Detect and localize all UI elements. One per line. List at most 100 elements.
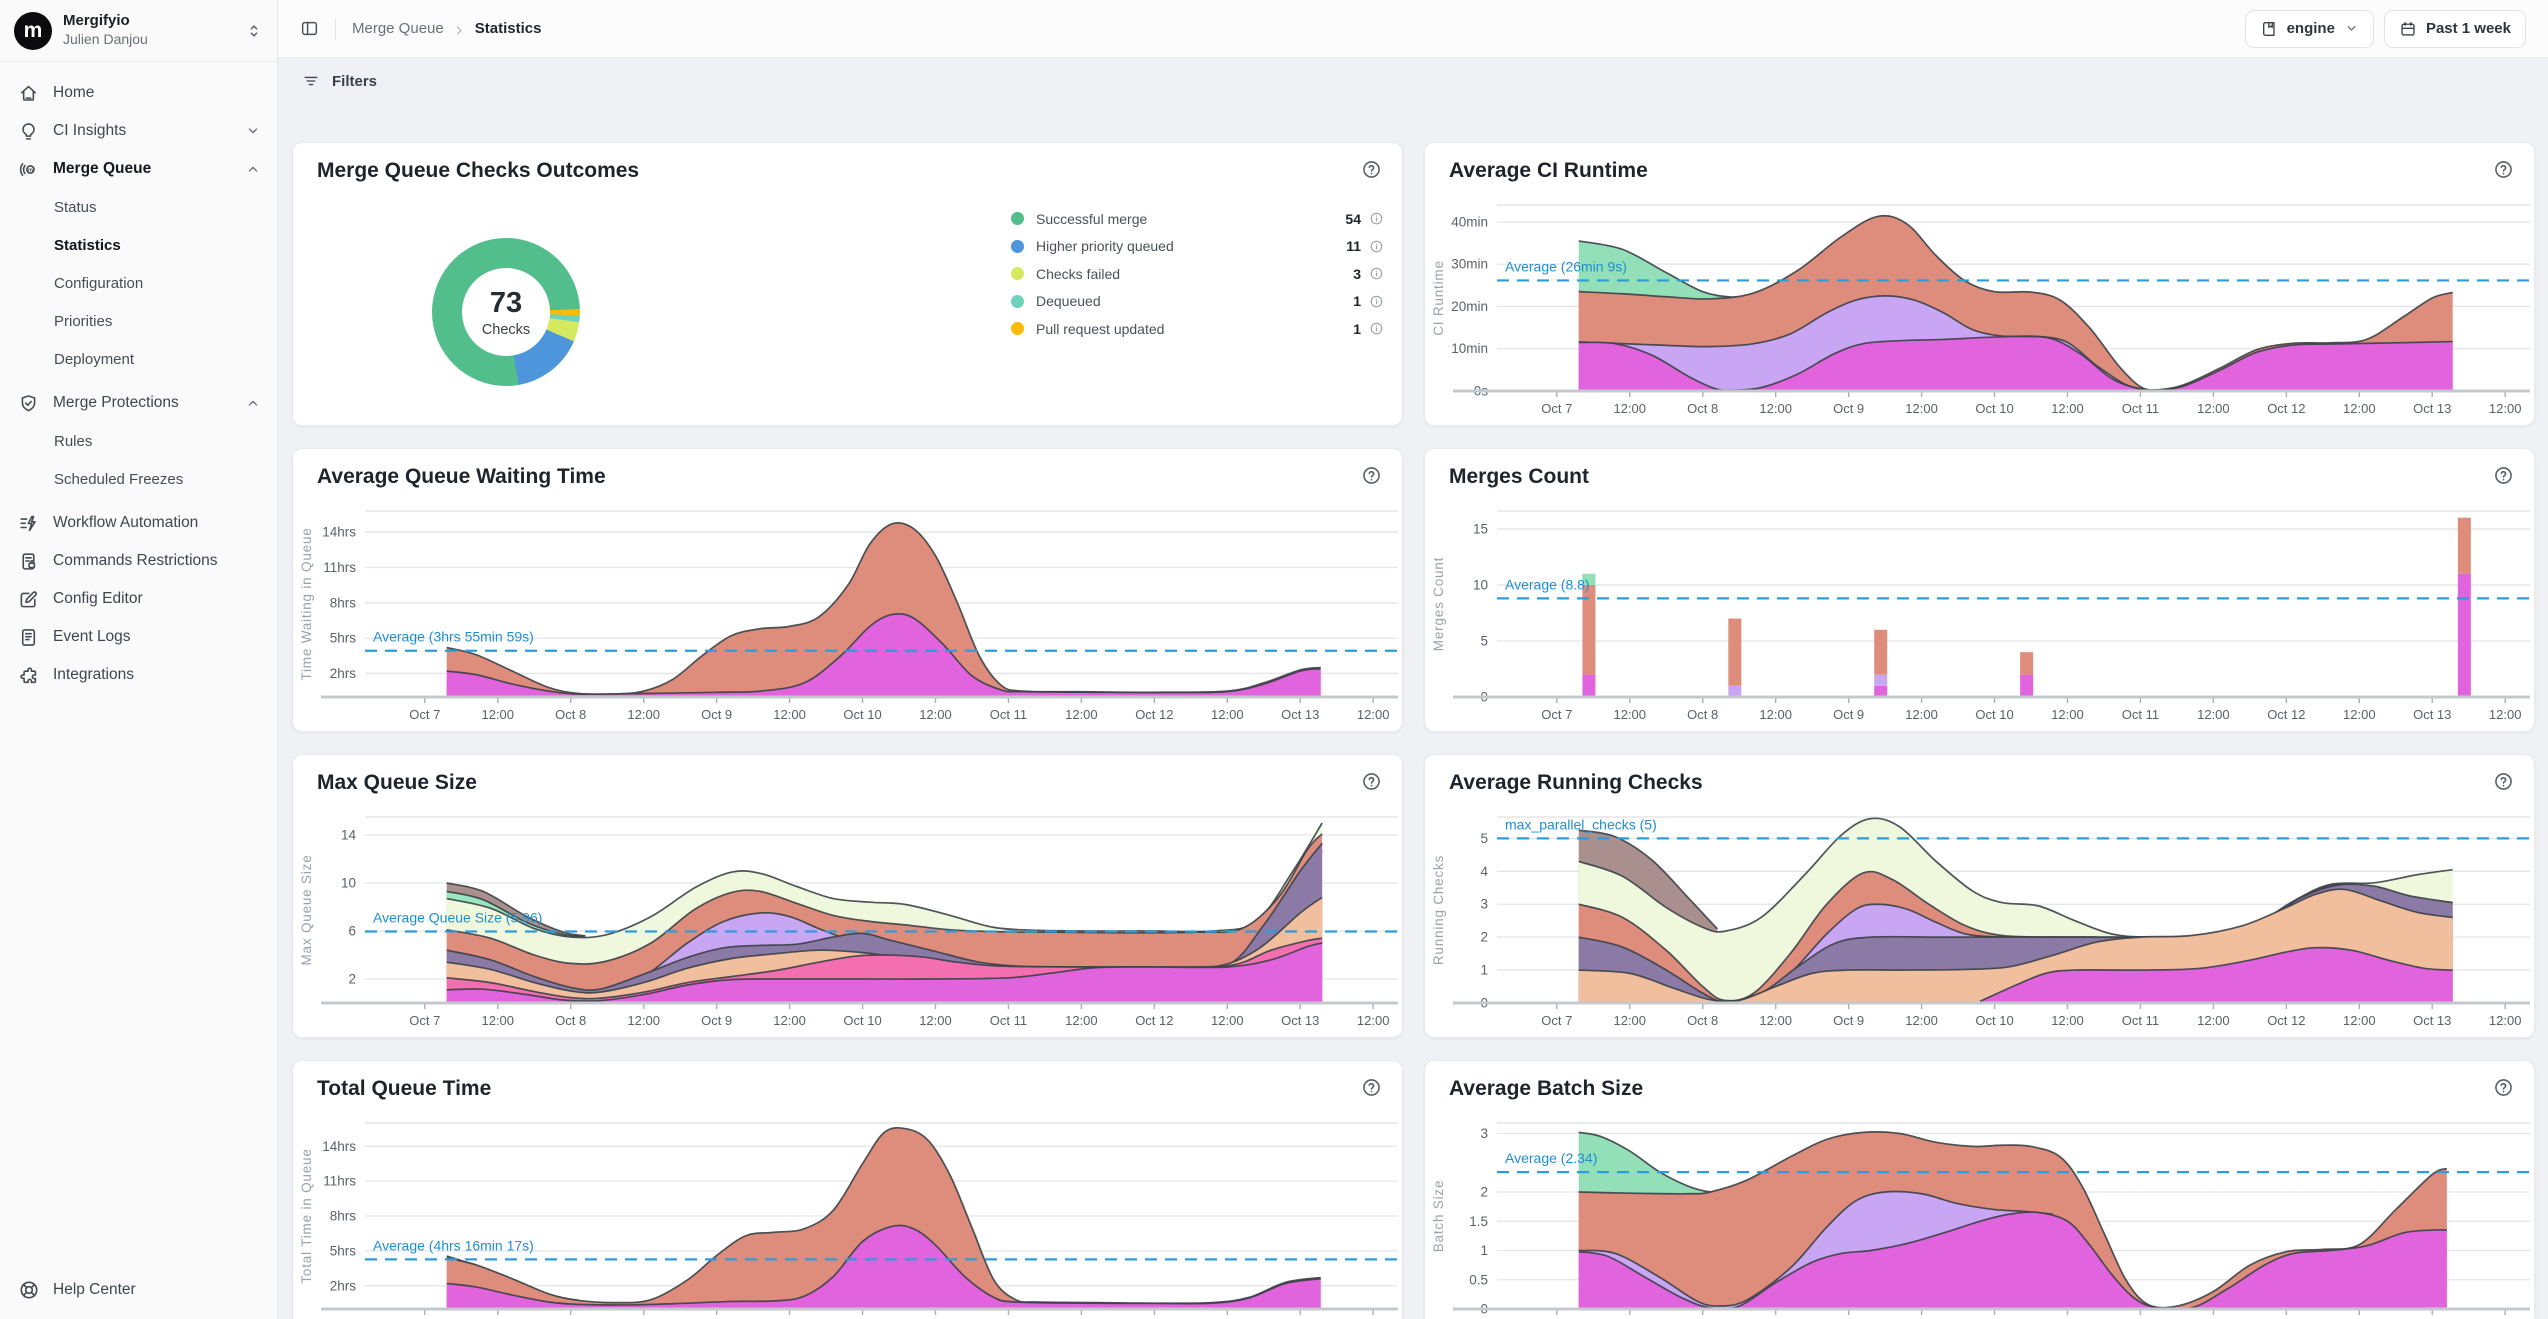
- lightbulb-icon: [18, 121, 39, 142]
- puzzle-icon: [18, 665, 39, 686]
- svg-text:Average (26min 9s): Average (26min 9s): [1505, 258, 1627, 274]
- sidebar-toggle-icon[interactable]: [300, 19, 319, 38]
- svg-text:12:00: 12:00: [2197, 1013, 2230, 1028]
- sidebar-item-config-editor[interactable]: Config Editor: [0, 580, 277, 618]
- svg-text:12:00: 12:00: [2343, 1013, 2376, 1028]
- card-total-queue-time: Total Queue Time 2hrs5hrs8hrs11hrs14hrsO…: [292, 1060, 1403, 1319]
- sidebar-item-configuration[interactable]: Configuration: [0, 264, 277, 302]
- bar-chart-merges-count[interactable]: 051015Oct 712:00Oct 812:00Oct 912:00Oct …: [1427, 495, 2532, 727]
- sidebar-item-merge-queue[interactable]: m Merge Queue: [0, 150, 277, 188]
- sidebar-item-rules[interactable]: Rules: [0, 422, 277, 460]
- main-content: Merge Queue Checks Outcomes 73 Checks Su…: [278, 104, 2548, 1319]
- sidebar-item-label: Scheduled Freezes: [54, 471, 183, 488]
- commands-icon: [18, 551, 39, 572]
- sidebar-item-label: Merge Queue: [53, 160, 151, 178]
- legend-label: Successful merge: [1036, 211, 1147, 227]
- area-chart-average-batch-size[interactable]: 00.511.523Oct 712:00Oct 812:00Oct 912:00…: [1427, 1107, 2532, 1319]
- legend-row-checks-failed[interactable]: Checks failed3: [1011, 260, 1384, 288]
- info-icon[interactable]: [1369, 211, 1384, 226]
- filters-button[interactable]: Filters: [332, 73, 377, 90]
- sidebar-item-event-logs[interactable]: Event Logs: [0, 618, 277, 656]
- legend-row-successful-merge[interactable]: Successful merge54: [1011, 205, 1384, 233]
- help-icon[interactable]: [1361, 159, 1382, 180]
- sidebar-item-scheduled-freezes[interactable]: Scheduled Freezes: [0, 460, 277, 498]
- shield-icon: [18, 393, 39, 414]
- donut-legend: Successful merge54Higher priority queued…: [1011, 205, 1384, 343]
- svg-text:12:00: 12:00: [2197, 401, 2230, 416]
- svg-text:5: 5: [1480, 633, 1488, 648]
- breadcrumb-statistics: Statistics: [475, 20, 542, 37]
- sidebar-item-merge-protections[interactable]: Merge Protections: [0, 384, 277, 422]
- repository-selector[interactable]: engine: [2245, 10, 2374, 48]
- svg-text:30min: 30min: [1451, 257, 1488, 272]
- area-chart-average-queue-waiting-time[interactable]: 2hrs5hrs8hrs11hrs14hrsOct 712:00Oct 812:…: [295, 495, 1400, 727]
- sidebar-item-status[interactable]: Status: [0, 188, 277, 226]
- svg-text:Batch Size: Batch Size: [1431, 1180, 1446, 1253]
- expand-collapse-icon[interactable]: [245, 22, 263, 40]
- legend-row-pull-request-updated[interactable]: Pull request updated1: [1011, 315, 1384, 343]
- sidebar-item-label: Deployment: [54, 351, 134, 368]
- sidebar-item-deployment[interactable]: Deployment: [0, 340, 277, 378]
- help-icon[interactable]: [2493, 771, 2514, 792]
- sidebar-item-commands-restrictions[interactable]: Commands Restrictions: [0, 542, 277, 580]
- sidebar-item-ci-insights[interactable]: CI Insights: [0, 112, 277, 150]
- svg-text:12:00: 12:00: [2051, 401, 2084, 416]
- help-icon[interactable]: [2493, 465, 2514, 486]
- org-switcher[interactable]: m Mergifyio Julien Danjou: [0, 0, 277, 62]
- svg-text:Average (2.34): Average (2.34): [1505, 1150, 1597, 1166]
- svg-text:12:00: 12:00: [1759, 1013, 1792, 1028]
- svg-text:Oct 12: Oct 12: [1135, 707, 1173, 722]
- svg-text:12:00: 12:00: [481, 1013, 514, 1028]
- svg-text:Max Queue Size: Max Queue Size: [299, 855, 314, 966]
- sidebar-item-priorities[interactable]: Priorities: [0, 302, 277, 340]
- help-icon[interactable]: [1361, 1077, 1382, 1098]
- help-icon[interactable]: [2493, 159, 2514, 180]
- sidebar-item-label: Statistics: [54, 237, 121, 254]
- area-chart-total-queue-time[interactable]: 2hrs5hrs8hrs11hrs14hrsOct 712:00Oct 812:…: [295, 1107, 1400, 1319]
- card-merge-queue-checks-outcomes: Merge Queue Checks Outcomes 73 Checks Su…: [292, 142, 1403, 426]
- svg-text:Oct 11: Oct 11: [990, 707, 1027, 722]
- svg-text:Oct 10: Oct 10: [1975, 1013, 2013, 1028]
- svg-text:3: 3: [1480, 897, 1488, 912]
- legend-row-higher-priority-queued[interactable]: Higher priority queued11: [1011, 233, 1384, 261]
- chevron-up-icon: [245, 161, 261, 177]
- legend-row-dequeued[interactable]: Dequeued1: [1011, 288, 1384, 316]
- help-icon[interactable]: [1361, 465, 1382, 486]
- svg-text:Oct 7: Oct 7: [1541, 1013, 1572, 1028]
- chevron-up-icon: [245, 395, 261, 411]
- sidebar-item-label: CI Insights: [53, 122, 126, 140]
- time-range-button[interactable]: Past 1 week: [2384, 10, 2526, 48]
- sidebar-item-help-center[interactable]: Help Center: [18, 1279, 136, 1301]
- svg-text:2hrs: 2hrs: [330, 666, 357, 681]
- area-chart-max-queue-size[interactable]: 261014Oct 712:00Oct 812:00Oct 912:00Oct …: [295, 801, 1400, 1033]
- sidebar-item-statistics[interactable]: Statistics: [0, 226, 277, 264]
- info-icon[interactable]: [1369, 294, 1384, 309]
- svg-text:2: 2: [1480, 1185, 1488, 1200]
- help-icon[interactable]: [1361, 771, 1382, 792]
- sidebar-item-workflow-automation[interactable]: Workflow Automation: [0, 504, 277, 542]
- legend-dot: [1011, 295, 1024, 308]
- svg-text:Oct 12: Oct 12: [2267, 401, 2305, 416]
- svg-text:12:00: 12:00: [1905, 401, 1938, 416]
- info-icon[interactable]: [1369, 321, 1384, 336]
- svg-text:1: 1: [1480, 1243, 1488, 1258]
- svg-text:Oct 9: Oct 9: [1833, 707, 1864, 722]
- sidebar-item-integrations[interactable]: Integrations: [0, 656, 277, 694]
- area-chart-average-ci-runtime[interactable]: 0s10min20min30min40minOct 712:00Oct 812:…: [1427, 189, 2532, 421]
- legend-value: 1: [1353, 321, 1361, 337]
- divider: [335, 18, 336, 40]
- info-icon[interactable]: [1369, 266, 1384, 281]
- svg-text:m: m: [28, 167, 33, 173]
- breadcrumb-merge-queue[interactable]: Merge Queue: [352, 20, 444, 37]
- card-title: Max Queue Size: [317, 771, 477, 795]
- card-average-ci-runtime: Average CI Runtime 0s10min20min30min40mi…: [1424, 142, 2535, 426]
- logs-icon: [18, 627, 39, 648]
- sidebar-item-label: Config Editor: [53, 590, 143, 608]
- svg-text:Oct 11: Oct 11: [2122, 1013, 2159, 1028]
- area-chart-average-running-checks[interactable]: 012345Oct 712:00Oct 812:00Oct 912:00Oct …: [1427, 801, 2532, 1033]
- sidebar-item-home[interactable]: Home: [0, 74, 277, 112]
- info-icon[interactable]: [1369, 239, 1384, 254]
- donut-chart[interactable]: 73 Checks: [432, 238, 580, 386]
- help-icon[interactable]: [2493, 1077, 2514, 1098]
- sidebar-nav: Home CI Insights m Merge Queue Status Statist…: [0, 62, 277, 694]
